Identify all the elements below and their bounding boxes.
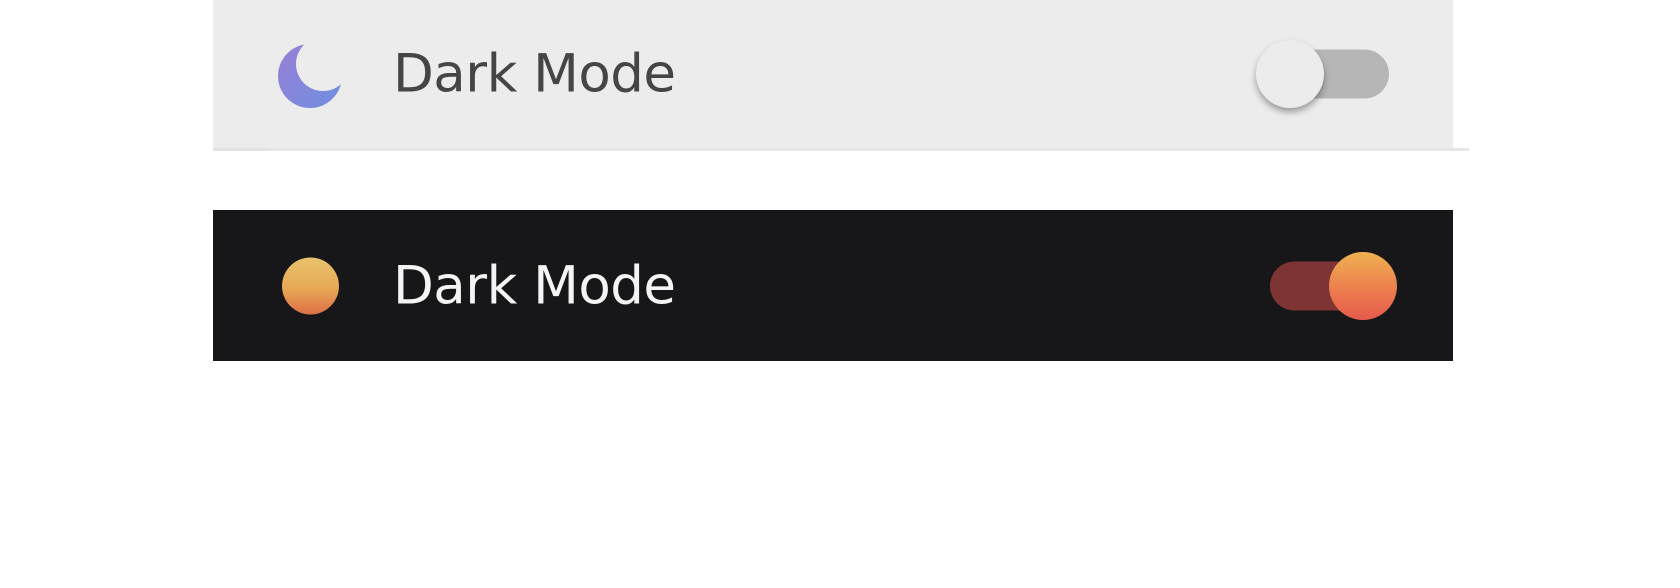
sun-icon bbox=[282, 257, 339, 314]
dark-mode-label: Dark Mode bbox=[393, 255, 676, 316]
moon-icon bbox=[277, 39, 347, 109]
dark-mode-setting-row-light: Dark Mode bbox=[213, 0, 1469, 151]
page: Dark Mode Dark Mode bbox=[0, 0, 1680, 588]
dark-mode-label: Dark Mode bbox=[393, 43, 676, 105]
toggle-knob[interactable] bbox=[1256, 40, 1324, 108]
dark-mode-toggle-on[interactable] bbox=[1256, 250, 1406, 322]
dark-mode-setting-row-dark: Dark Mode bbox=[213, 210, 1453, 361]
dark-mode-toggle-off[interactable] bbox=[1256, 38, 1406, 110]
toggle-knob[interactable] bbox=[1329, 251, 1397, 320]
